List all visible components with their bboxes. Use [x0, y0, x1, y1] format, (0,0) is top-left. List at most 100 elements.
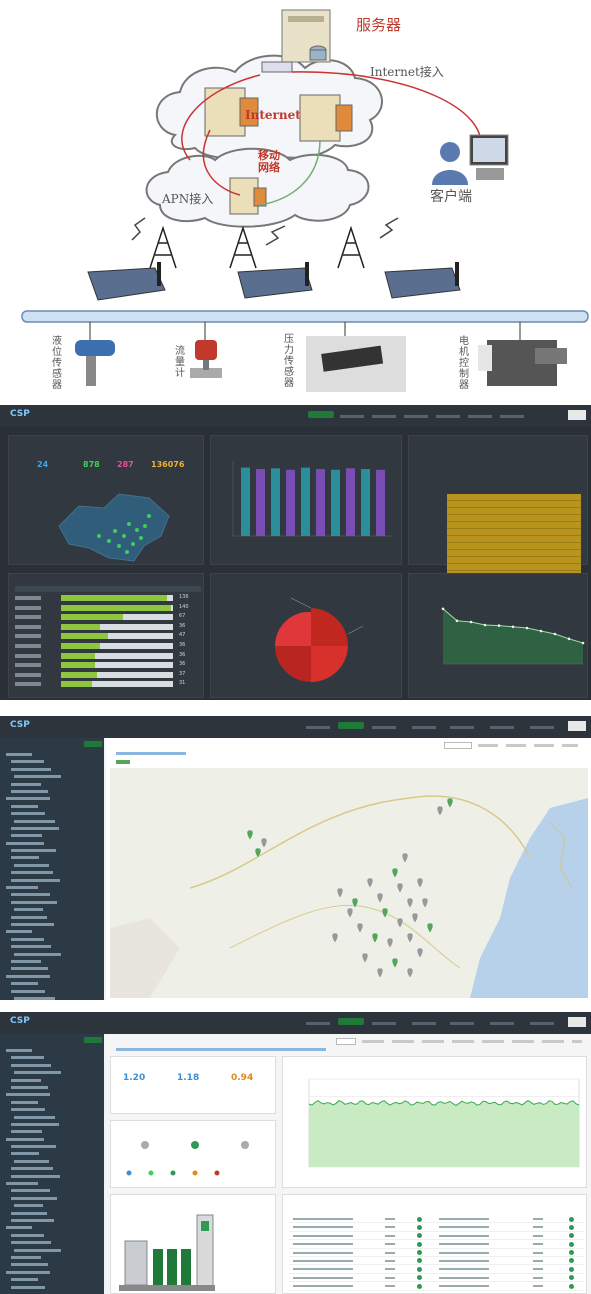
tree-item[interactable]	[6, 952, 100, 959]
nav-item[interactable]	[490, 1022, 514, 1025]
tree-item[interactable]	[6, 870, 100, 877]
tree-item[interactable]	[6, 907, 100, 914]
breadcrumb[interactable]	[116, 752, 186, 755]
nav-item[interactable]	[530, 726, 554, 729]
tree-item[interactable]	[6, 1181, 100, 1188]
tree-item[interactable]	[6, 767, 100, 774]
tree-item[interactable]	[6, 900, 100, 907]
tree-item[interactable]	[6, 959, 100, 966]
breadcrumb[interactable]	[116, 1048, 326, 1051]
right-tabs[interactable]	[478, 744, 578, 747]
tree-item[interactable]	[6, 1063, 100, 1070]
tab-overview[interactable]	[444, 742, 472, 749]
tree-item[interactable]	[6, 996, 100, 1000]
nav-item[interactable]	[412, 1022, 436, 1025]
tree-item[interactable]	[6, 789, 100, 796]
tree-item[interactable]	[6, 782, 100, 789]
user-avatar[interactable]	[568, 1017, 586, 1027]
tab-active[interactable]	[336, 1038, 356, 1045]
tree-item[interactable]	[6, 855, 100, 862]
tree-item[interactable]	[6, 981, 100, 988]
tree-item[interactable]	[6, 892, 100, 899]
tree-item[interactable]	[6, 1255, 100, 1262]
nav-item-active[interactable]	[338, 722, 364, 729]
user-avatar[interactable]	[568, 721, 586, 731]
tree-item[interactable]	[6, 989, 100, 996]
tree-item[interactable]	[6, 878, 100, 885]
tree-item[interactable]	[6, 1277, 100, 1284]
nav-item[interactable]	[500, 415, 524, 418]
tree-item[interactable]	[6, 1225, 100, 1232]
tree-item[interactable]	[6, 1218, 100, 1225]
tree-item[interactable]	[6, 1248, 100, 1255]
tree-item[interactable]	[6, 922, 100, 929]
nav-item[interactable]	[530, 1022, 554, 1025]
tree-item[interactable]	[6, 819, 100, 826]
sidebar-action-button[interactable]	[84, 741, 102, 747]
tree-item[interactable]	[6, 1262, 100, 1269]
tree-item[interactable]	[6, 804, 100, 811]
nav-item[interactable]	[306, 1022, 330, 1025]
tree-item[interactable]	[6, 1188, 100, 1195]
nav-item[interactable]	[468, 415, 492, 418]
nav-item[interactable]	[372, 1022, 396, 1025]
tree-item[interactable]	[6, 1115, 100, 1122]
nav-item[interactable]	[306, 726, 330, 729]
tree-item[interactable]	[6, 885, 100, 892]
tree-item[interactable]	[6, 1092, 100, 1099]
tree-item[interactable]	[6, 774, 100, 781]
tree-item[interactable]	[6, 811, 100, 818]
tree-item[interactable]	[6, 974, 100, 981]
nav-item[interactable]	[412, 726, 436, 729]
tree-item[interactable]	[6, 1070, 100, 1077]
tree-item[interactable]	[6, 1078, 100, 1085]
tree-item[interactable]	[6, 1174, 100, 1181]
tree-item[interactable]	[6, 1085, 100, 1092]
nav-item[interactable]	[490, 726, 514, 729]
tree-item[interactable]	[6, 841, 100, 848]
tree-item[interactable]	[6, 1151, 100, 1158]
tree-item[interactable]	[6, 1129, 100, 1136]
tree-item[interactable]	[6, 1159, 100, 1166]
tree-item[interactable]	[6, 833, 100, 840]
tree-item[interactable]	[6, 1240, 100, 1247]
nav-item[interactable]	[372, 415, 396, 418]
tree-item[interactable]	[6, 1233, 100, 1240]
nav-item[interactable]	[340, 415, 364, 418]
tree-item[interactable]	[6, 759, 100, 766]
nav-item-active[interactable]	[338, 1018, 364, 1025]
tree-item[interactable]	[6, 1100, 100, 1107]
tree-item[interactable]	[6, 1137, 100, 1144]
tree-item[interactable]	[6, 796, 100, 803]
tree-item[interactable]	[6, 1166, 100, 1173]
tree-item[interactable]	[6, 929, 100, 936]
nav-item[interactable]	[436, 415, 460, 418]
tree-item[interactable]	[6, 1122, 100, 1129]
nav-item[interactable]	[450, 1022, 474, 1025]
trend-chart[interactable]	[291, 1071, 583, 1183]
tree-item[interactable]	[6, 1211, 100, 1218]
tree-item[interactable]	[6, 1270, 100, 1277]
nav-item[interactable]	[404, 415, 428, 418]
tree-item[interactable]	[6, 752, 100, 759]
tree-item[interactable]	[6, 1107, 100, 1114]
tree-item[interactable]	[6, 937, 100, 944]
tree-item[interactable]	[6, 848, 100, 855]
tree-item[interactable]	[6, 1196, 100, 1203]
map-canvas[interactable]	[110, 768, 588, 998]
tree-item[interactable]	[6, 826, 100, 833]
right-tabs[interactable]	[362, 1040, 582, 1043]
tree-item[interactable]	[6, 966, 100, 973]
tree-item[interactable]	[6, 915, 100, 922]
nav-item[interactable]	[450, 726, 474, 729]
sidebar-action-button[interactable]	[84, 1037, 102, 1043]
tree-item[interactable]	[6, 1203, 100, 1210]
tree-item[interactable]	[6, 863, 100, 870]
tree-item[interactable]	[6, 1285, 100, 1292]
nav-item[interactable]	[372, 726, 396, 729]
tree-item[interactable]	[6, 1055, 100, 1062]
user-avatar[interactable]	[568, 410, 586, 420]
nav-item-active[interactable]	[308, 411, 334, 418]
tree-item[interactable]	[6, 944, 100, 951]
tree-item[interactable]	[6, 1048, 100, 1055]
